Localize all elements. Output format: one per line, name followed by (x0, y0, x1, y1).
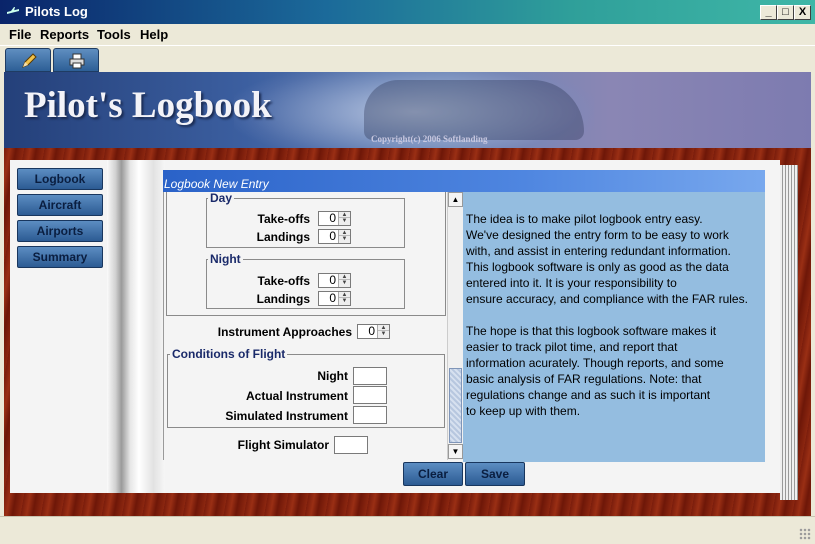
menu-bar: File Reports Tools Help (0, 24, 815, 45)
print-button[interactable] (53, 48, 99, 72)
menu-help[interactable]: Help (140, 27, 168, 42)
form-scrollbar[interactable]: ▲ ▼ (447, 192, 463, 460)
day-landings-label: Landings (256, 230, 310, 244)
clear-button[interactable]: Clear (403, 462, 463, 486)
menu-reports[interactable]: Reports (40, 27, 89, 42)
plane-app-icon (7, 7, 19, 14)
instrument-approaches-label: Instrument Approaches (217, 325, 352, 339)
header-banner: Pilot's Logbook Copyright(c) 2006 Softla… (4, 72, 811, 148)
night-takeoffs-spinner[interactable]: 0 ▲ ▼ (318, 273, 351, 288)
scrollbar-thumb[interactable] (449, 368, 462, 443)
maximize-button[interactable]: □ (777, 5, 794, 20)
scroll-up-icon[interactable]: ▲ (448, 192, 463, 207)
copyright-text: Copyright(c) 2006 Softlanding (371, 134, 488, 144)
day-landings-spinner[interactable]: 0 ▲ ▼ (318, 229, 351, 244)
cockpit-image (364, 80, 584, 140)
info-panel: The idea is to make pilot logbook entry … (463, 192, 765, 462)
instrument-approaches-spinner[interactable]: 0 ▲ ▼ (357, 324, 390, 339)
sidebar-item-summary[interactable]: Summary (17, 246, 103, 268)
entry-form: Day Take-offs 0 ▲ ▼ Landings 0 ▲ ▼ Night T… (163, 192, 447, 460)
night-group-title: Night (208, 252, 243, 266)
sidebar-item-logbook[interactable]: Logbook (17, 168, 103, 190)
night-landings-label: Landings (256, 292, 310, 306)
minimize-button[interactable]: _ (760, 5, 777, 20)
printer-icon (69, 53, 85, 69)
pencil-icon (22, 53, 37, 68)
spinner-down-icon[interactable]: ▼ (339, 280, 350, 286)
sidebar-item-airports[interactable]: Airports (17, 220, 103, 242)
spinner-down-icon[interactable]: ▼ (339, 218, 350, 224)
conditions-night-label: Night (317, 369, 348, 383)
flight-simulator-label: Flight Simulator (237, 438, 329, 452)
banner-title: Pilot's Logbook (24, 85, 272, 126)
edit-button[interactable] (5, 48, 51, 72)
status-bar (0, 516, 815, 544)
conditions-night-field[interactable] (353, 367, 387, 385)
panel-header: Logbook New Entry (163, 170, 765, 192)
day-takeoffs-spinner[interactable]: 0 ▲ ▼ (318, 211, 351, 226)
actual-instrument-label: Actual Instrument (245, 389, 348, 403)
scroll-down-icon[interactable]: ▼ (448, 444, 463, 459)
panel-title: Logbook New Entry (164, 177, 269, 191)
toolbar (0, 45, 815, 72)
spinner-down-icon[interactable]: ▼ (378, 331, 389, 337)
save-button[interactable]: Save (465, 462, 525, 486)
night-landings-spinner[interactable]: 0 ▲ ▼ (318, 291, 351, 306)
close-button[interactable]: X (794, 5, 811, 20)
flight-simulator-field[interactable] (334, 436, 368, 454)
menu-tools[interactable]: Tools (97, 27, 131, 42)
simulated-instrument-label: Simulated Instrument (225, 409, 348, 423)
menu-file[interactable]: File (9, 27, 31, 42)
day-group-title: Day (208, 192, 235, 205)
book-page-edges (780, 165, 798, 500)
actual-instrument-field[interactable] (353, 386, 387, 404)
info-paragraph-1: The idea is to make pilot logbook entry … (466, 212, 748, 306)
conditions-group-title: Conditions of Flight (170, 347, 288, 361)
info-paragraph-2: The hope is that this logbook software m… (466, 324, 724, 418)
window-title: Pilots Log (25, 4, 88, 19)
night-takeoffs-label: Take-offs (257, 274, 310, 288)
resize-grip-icon[interactable] (799, 528, 811, 540)
day-takeoffs-label: Take-offs (257, 212, 310, 226)
book-spine (107, 160, 165, 493)
window-titlebar[interactable]: Pilots Log _ □ X (0, 0, 815, 24)
sidebar-item-aircraft[interactable]: Aircraft (17, 194, 103, 216)
simulated-instrument-field[interactable] (353, 406, 387, 424)
spinner-down-icon[interactable]: ▼ (339, 236, 350, 242)
spinner-down-icon[interactable]: ▼ (339, 298, 350, 304)
